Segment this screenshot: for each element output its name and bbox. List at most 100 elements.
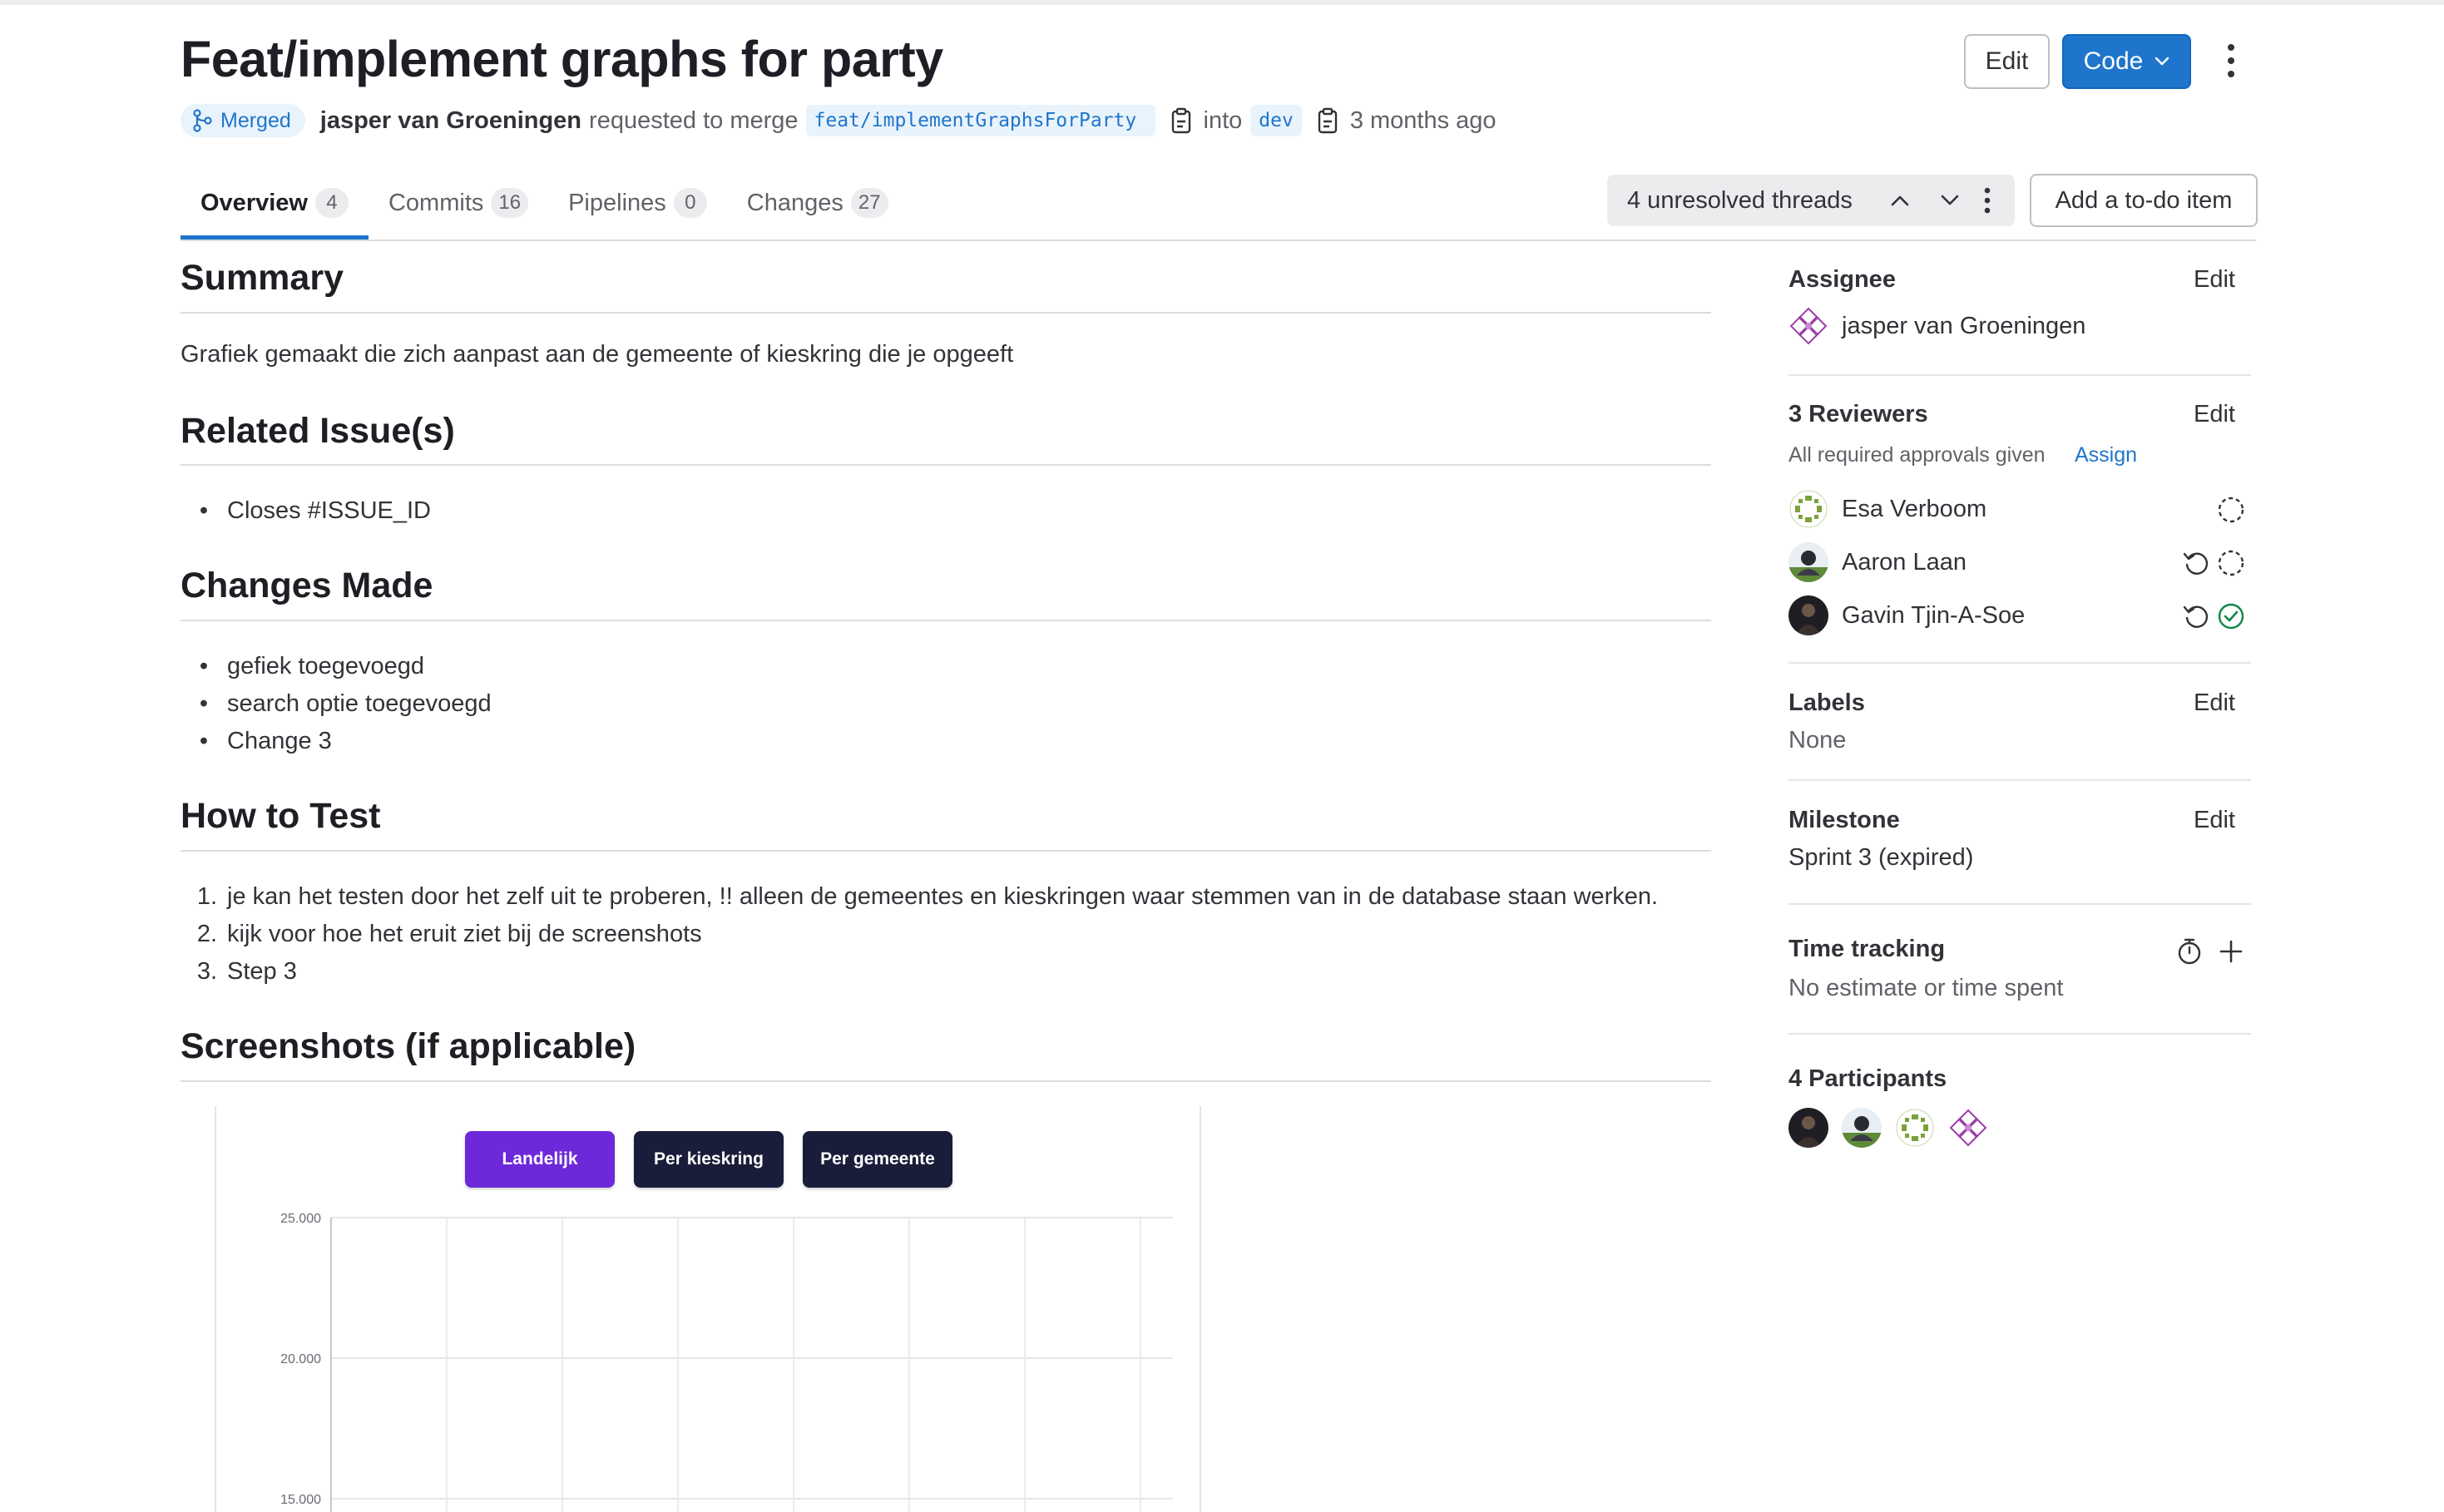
milestone-label: Milestone <box>1788 807 1900 833</box>
avatar <box>1789 307 1828 345</box>
list-item: 3. Step 3 <box>196 958 297 985</box>
time-tracking-label: Time tracking <box>1788 936 1946 962</box>
approvals-text: All required approvals given <box>1788 443 2046 467</box>
source-branch[interactable]: feat/implementGraphsForParty <box>805 105 1155 136</box>
merge-icon <box>193 109 212 132</box>
assignee-item[interactable]: jasper van Groeningen <box>1788 305 2085 347</box>
milestone-edit-button[interactable]: Edit <box>2194 807 2235 834</box>
heading-related-issues: Related Issue(s) <box>181 411 455 451</box>
more-actions-icon[interactable] <box>1973 186 2001 215</box>
heading-changes-made: Changes Made <box>181 566 433 605</box>
approved-check-icon <box>2218 603 2244 630</box>
code-dropdown-button[interactable]: Code <box>2062 34 2191 89</box>
sidebar-divider <box>1788 662 2251 664</box>
reviewer-item[interactable]: Aaron Laan <box>1788 541 1967 583</box>
page-title: Feat/implement graphs for party <box>181 31 943 87</box>
related-issues-list: • Closes #ISSUE_ID <box>181 492 431 530</box>
unresolved-threads-label[interactable]: 4 unresolved threads <box>1627 187 1853 215</box>
y-tick-label: 15.000 <box>280 1493 321 1507</box>
heading-rule <box>181 850 1711 852</box>
sidebar-divider <box>1788 779 2251 781</box>
reviewer-name: Aaron Laan <box>1842 548 1967 576</box>
tab-changes[interactable]: Changes 27 <box>727 171 908 235</box>
labels-edit-button[interactable]: Edit <box>2194 689 2235 717</box>
tab-count: 0 <box>673 188 707 218</box>
list-item: • search optie toegevoegd <box>199 690 492 717</box>
per-kieskring-button: Per kieskring <box>634 1131 784 1188</box>
tab-count: 4 <box>314 188 349 218</box>
pending-review-icon <box>2218 550 2244 576</box>
landelijk-button: Landelijk <box>465 1131 615 1188</box>
time-ago: 3 months ago <box>1349 106 1497 134</box>
top-border <box>0 0 2444 5</box>
status-badge-label: Merged <box>220 108 291 132</box>
reviewer-name: Esa Verboom <box>1842 495 1987 522</box>
participant-avatar[interactable] <box>1788 1108 1828 1148</box>
rerequest-review-icon[interactable] <box>2181 548 2211 578</box>
chevron-down-icon[interactable] <box>1936 186 1964 215</box>
assignee-label: Assignee <box>1788 266 1896 293</box>
copy-icon[interactable] <box>1317 107 1338 134</box>
tab-count: 16 <box>491 188 529 218</box>
y-tick-label: 25.000 <box>280 1212 321 1226</box>
heading-rule <box>181 312 1711 314</box>
avatar <box>1788 595 1828 635</box>
sidebar-divider <box>1788 903 2251 905</box>
assign-link[interactable]: Assign <box>2075 443 2137 467</box>
sidebar-divider <box>1788 1033 2251 1035</box>
list-item: 1. je kan het testen door het zelf uit te… <box>196 883 1659 910</box>
summary-text: Grafiek gemaakt die zich aanpast aan de … <box>181 341 1014 368</box>
requested-text: requested to merge <box>589 106 799 134</box>
merge-request-meta: Merged jasper van Groeningen requested t… <box>181 103 1497 138</box>
labels-label: Labels <box>1788 689 1865 716</box>
pending-review-icon <box>2218 497 2244 523</box>
heading-rule <box>181 464 1711 466</box>
add-todo-button[interactable]: Add a to-do item <box>2030 174 2258 227</box>
y-tick-label: 20.000 <box>280 1352 321 1366</box>
labels-value: None <box>1788 727 1847 754</box>
per-gemeente-button: Per gemeente <box>803 1131 952 1188</box>
edit-button[interactable]: Edit <box>1964 34 2050 89</box>
chevron-up-icon[interactable] <box>1886 186 1914 215</box>
participant-avatar[interactable] <box>1948 1108 1988 1148</box>
add-icon[interactable] <box>2216 936 2246 966</box>
tab-commits[interactable]: Commits 16 <box>369 171 548 235</box>
heading-rule <box>181 620 1711 621</box>
unresolved-threads-bar: 4 unresolved threads <box>1607 175 2015 226</box>
heading-screenshots: Screenshots (if applicable) <box>181 1026 636 1066</box>
tab-overview[interactable]: Overview 4 <box>181 171 369 240</box>
time-tracking-value: No estimate or time spent <box>1788 975 2064 1001</box>
reviewers-label: 3 Reviewers <box>1788 401 1928 427</box>
how-to-test-list: 1. je kan het testen door het zelf uit te… <box>181 878 1658 991</box>
chevron-down-icon <box>2155 57 2169 66</box>
target-branch[interactable]: dev <box>1250 105 1302 136</box>
rerequest-review-icon[interactable] <box>2181 601 2211 631</box>
reviewer-item[interactable]: Gavin Tjin-A-Soe <box>1788 595 2025 636</box>
assignee-edit-button[interactable]: Edit <box>2194 266 2235 294</box>
merge-request-tabs: Overview 4 Commits 16 Pipelines 0 Changes 27 <box>181 171 908 240</box>
assignee-name: jasper van Groeningen <box>1842 312 2086 339</box>
list-item: • Closes #ISSUE_ID <box>199 497 431 524</box>
heading-how-to-test: How to Test <box>181 796 381 836</box>
avatar <box>1788 542 1828 582</box>
code-button-label: Code <box>2083 47 2144 75</box>
copy-icon[interactable] <box>1170 107 1192 134</box>
reviewers-edit-button[interactable]: Edit <box>2194 401 2235 428</box>
participant-avatar[interactable] <box>1842 1108 1882 1148</box>
into-text: into <box>1203 106 1243 134</box>
list-item: • Change 3 <box>199 728 332 754</box>
more-actions-icon[interactable] <box>2217 40 2245 82</box>
heading-rule <box>181 1080 1711 1082</box>
stopwatch-icon[interactable] <box>2174 936 2204 966</box>
author-link[interactable]: jasper van Groeningen <box>320 107 581 135</box>
reviewer-item[interactable]: Esa Verboom <box>1788 488 1986 530</box>
embedded-screenshot: 25.000 20.000 15.000 Landelijk Per kieskri… <box>215 1106 1201 1512</box>
tab-pipelines[interactable]: Pipelines 0 <box>548 171 727 235</box>
participant-avatar[interactable] <box>1895 1108 1935 1148</box>
sidebar-divider <box>1788 374 2251 376</box>
list-item: 2. kijk voor hoe het eruit ziet bij de sc… <box>196 921 702 947</box>
heading-summary: Summary <box>181 258 344 298</box>
tabs-divider <box>181 240 2256 241</box>
milestone-value[interactable]: Sprint 3 (expired) <box>1788 844 1973 872</box>
status-badge: Merged <box>181 104 305 137</box>
